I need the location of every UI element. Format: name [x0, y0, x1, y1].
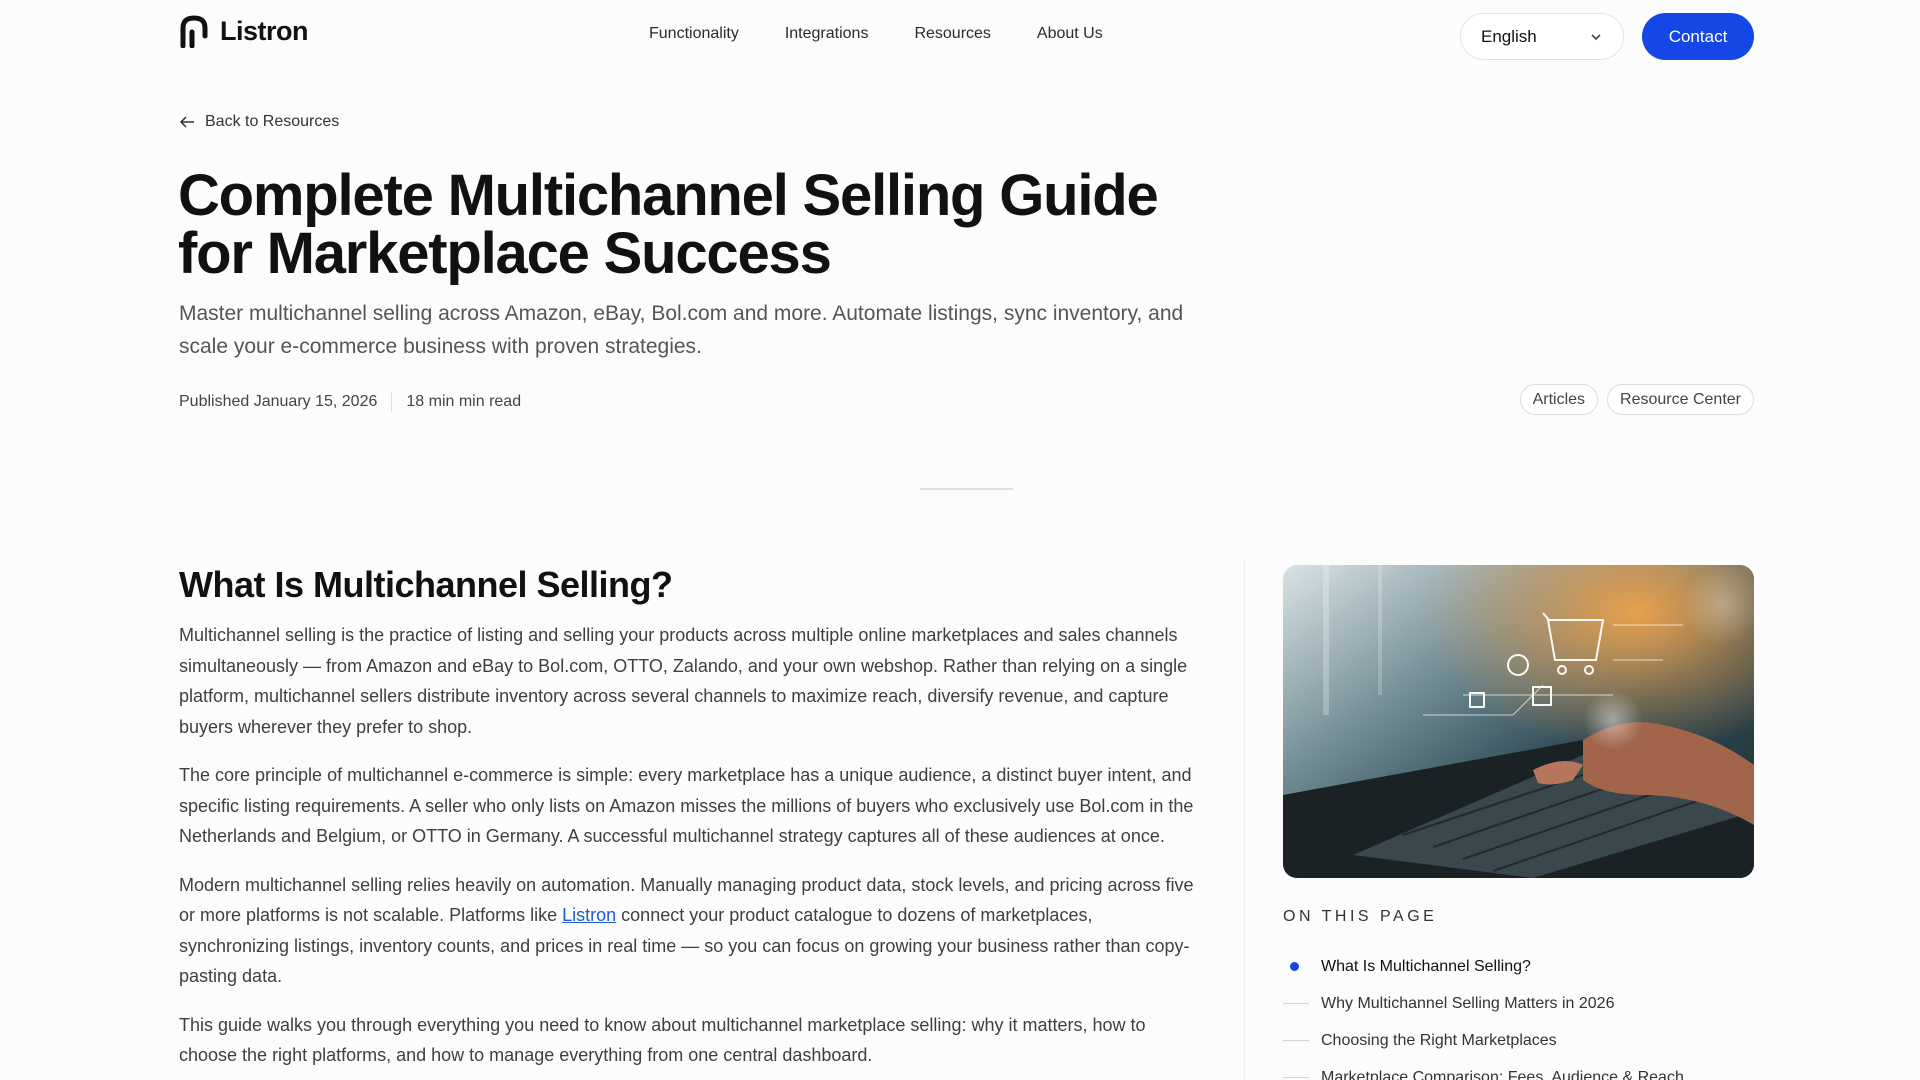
- tag-articles[interactable]: Articles: [1519, 384, 1599, 415]
- listron-link[interactable]: Listron: [562, 905, 616, 925]
- tag-resource-center[interactable]: Resource Center: [1607, 384, 1754, 415]
- dash-icon: [1283, 1077, 1309, 1078]
- table-of-contents: What Is Multichannel Selling? Why Multic…: [1283, 948, 1753, 1080]
- paragraph-3: Modern multichannel selling relies heavi…: [179, 870, 1199, 992]
- toc-marker: [1283, 962, 1321, 971]
- nav-functionality[interactable]: Functionality: [649, 25, 739, 43]
- toc-item-label: Choosing the Right Marketplaces: [1321, 1031, 1557, 1049]
- page-title: Complete Multichannel Selling Guide for …: [178, 167, 1218, 283]
- back-to-resources-link[interactable]: Back to Resources: [179, 113, 339, 131]
- contact-button[interactable]: Contact: [1642, 13, 1754, 60]
- paragraph-2: The core principle of multichannel e-com…: [179, 765, 1194, 846]
- logo-text: Listron: [220, 15, 309, 46]
- toc-marker: [1283, 1003, 1321, 1004]
- laptop-ecommerce-illustration: [1283, 565, 1754, 878]
- section-heading: What Is Multichannel Selling?: [179, 564, 673, 605]
- main-nav: Functionality Integrations Resources Abo…: [649, 25, 1149, 43]
- toc-item[interactable]: What Is Multichannel Selling?: [1283, 948, 1753, 985]
- article-hero-image: [1283, 565, 1754, 878]
- language-label: English: [1481, 26, 1537, 46]
- dash-icon: [1283, 1003, 1309, 1004]
- article-meta: Published January 15, 2026 18 min min re…: [179, 392, 521, 412]
- toc-item-label: Marketplace Comparison: Fees, Audience &…: [1321, 1068, 1684, 1080]
- nav-about-us[interactable]: About Us: [1037, 25, 1103, 43]
- paragraph-4: This guide walks you through everything …: [179, 1014, 1146, 1066]
- toc-item-label: What Is Multichannel Selling?: [1321, 957, 1531, 975]
- active-dot-icon: [1290, 962, 1299, 971]
- arrow-left-icon: [179, 116, 194, 128]
- published-date: Published January 15, 2026: [179, 393, 378, 410]
- article-body: What Is Multichannel Selling? Multichann…: [179, 562, 1199, 1080]
- nav-resources[interactable]: Resources: [914, 25, 990, 43]
- tag-list: Articles Resource Center: [1519, 384, 1754, 415]
- title-line-2: for Marketplace Success: [178, 221, 832, 286]
- toc-item[interactable]: Marketplace Comparison: Fees, Audience &…: [1283, 1059, 1753, 1080]
- site-header: Listron Functionality Integrations Resou…: [0, 0, 1920, 75]
- section-divider: [920, 488, 1013, 490]
- toc-item[interactable]: Choosing the Right Marketplaces: [1283, 1022, 1753, 1059]
- dash-icon: [1283, 1040, 1309, 1041]
- meta-divider: [391, 392, 393, 412]
- title-line-1: Complete Multichannel Selling Guide: [178, 163, 1159, 228]
- chevron-down-icon: [1591, 33, 1601, 40]
- language-select[interactable]: English: [1460, 13, 1624, 60]
- listron-logo-icon: [180, 15, 208, 48]
- toc-item-label: Why Multichannel Selling Matters in 2026: [1321, 994, 1615, 1012]
- back-label: Back to Resources: [205, 113, 340, 130]
- logo-link[interactable]: Listron: [178, 14, 309, 48]
- paragraph-1: Multichannel selling is the practice of …: [179, 625, 1188, 737]
- toc-marker: [1283, 1040, 1321, 1041]
- toc-item[interactable]: Why Multichannel Selling Matters in 2026: [1283, 985, 1753, 1022]
- toc-heading: ON THIS PAGE: [1283, 908, 1438, 925]
- page-subtitle: Master multichannel selling across Amazo…: [179, 302, 1184, 358]
- toc-marker: [1283, 1077, 1321, 1078]
- nav-integrations[interactable]: Integrations: [785, 25, 869, 43]
- read-time: 18 min min read: [406, 393, 522, 410]
- column-divider: [1244, 562, 1245, 1080]
